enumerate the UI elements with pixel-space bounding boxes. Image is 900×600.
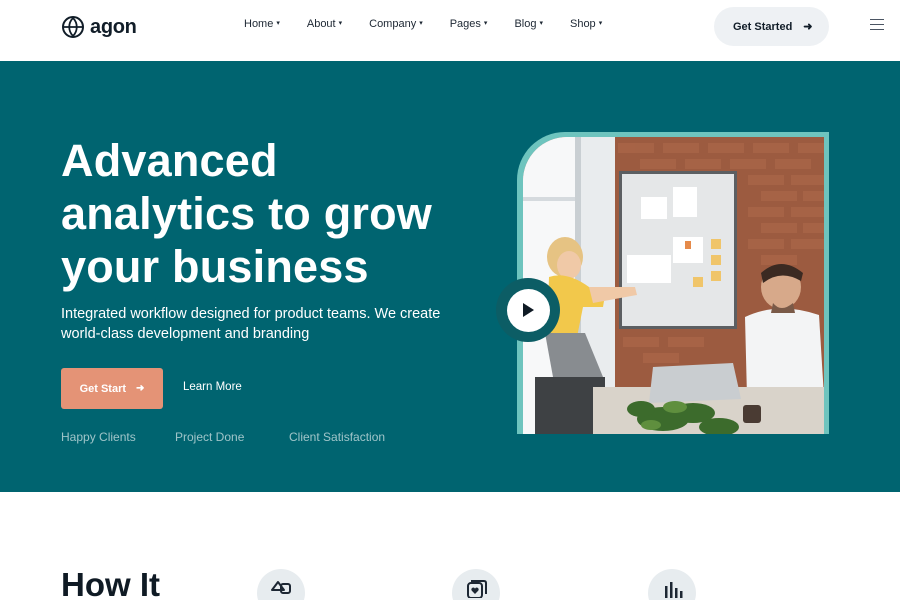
nav-label: Home	[244, 18, 274, 30]
hero-section: Advanced analytics to grow your business…	[0, 61, 900, 492]
get-started-button[interactable]: Get Started ➜	[714, 7, 829, 46]
nav-label: Company	[369, 18, 417, 30]
get-start-label: Get Start	[79, 382, 127, 395]
shapes-icon	[257, 569, 305, 600]
play-video-button[interactable]	[496, 278, 560, 342]
chevron-down-icon: ▾	[276, 19, 280, 27]
chevron-down-icon: ▾	[598, 19, 603, 27]
nav-label: About	[306, 18, 336, 30]
hero-image	[523, 137, 824, 434]
nav-item-about[interactable]: About ▾	[307, 18, 342, 30]
play-icon	[506, 288, 550, 332]
chevron-down-icon: ▾	[338, 19, 343, 27]
hero-title-line: analytics to grow	[61, 188, 432, 239]
hero-subtitle: Integrated workflow designed for product…	[61, 306, 441, 342]
get-start-button[interactable]: Get Start ➜	[61, 368, 163, 409]
nav-item-shop[interactable]: Shop ▾	[570, 18, 602, 30]
hero-title-line: Advanced	[61, 135, 278, 186]
how-it-works-title: How It	[61, 566, 160, 600]
nav-item-pages[interactable]: Pages ▾	[450, 18, 488, 30]
nav-item-home[interactable]: Home ▾	[244, 18, 280, 30]
get-started-label: Get Started	[733, 20, 793, 33]
stat-project-done: Project Done	[175, 430, 245, 444]
nav-item-company[interactable]: Company ▾	[369, 18, 423, 30]
hamburger-menu-icon[interactable]	[870, 19, 884, 31]
bar-chart-icon	[648, 569, 696, 600]
hero-title: Advanced analytics to grow your business	[61, 134, 501, 293]
nav-label: Shop	[569, 18, 596, 30]
main-nav: Home ▾ About ▾ Company ▾ Pages ▾ Blog ▾ …	[244, 18, 629, 30]
nav-item-blog[interactable]: Blog ▾	[514, 18, 543, 30]
nav-label: Blog	[514, 18, 537, 30]
nav-label: Pages	[449, 18, 481, 30]
chevron-down-icon: ▾	[483, 19, 488, 27]
brand-logo[interactable]: agon	[61, 15, 137, 39]
agon-logo-icon	[62, 16, 84, 38]
stat-client-satisfaction: Client Satisfaction	[289, 430, 386, 444]
stat-happy-clients: Happy Clients	[61, 430, 136, 444]
arrow-right-icon: ➜	[136, 383, 145, 394]
brand-name: agon	[90, 15, 137, 38]
arrow-right-icon: ➜	[803, 21, 813, 33]
chevron-down-icon: ▾	[419, 19, 423, 27]
site-header: agon Home ▾ About ▾ Company ▾ Pages ▾ Bl…	[0, 0, 900, 61]
chevron-down-icon: ▾	[539, 19, 543, 27]
learn-more-link[interactable]: Learn More	[183, 381, 242, 393]
shield-heart-icon	[452, 569, 500, 600]
hero-title-line: your business	[61, 241, 369, 292]
